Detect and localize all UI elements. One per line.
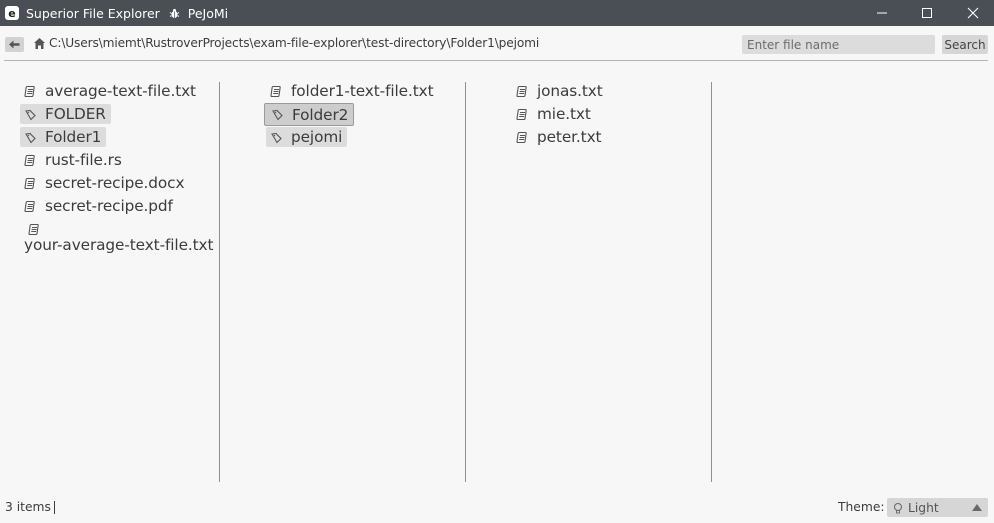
list-item[interactable]: secret-recipe.pdf xyxy=(20,196,178,216)
folder-icon xyxy=(25,132,36,143)
lightbulb-icon xyxy=(894,502,902,513)
file-icon xyxy=(516,131,527,143)
app-icon: e xyxy=(5,6,19,20)
entry-label: FOLDER xyxy=(45,105,106,123)
minimize-button[interactable] xyxy=(859,0,905,26)
theme-label: Theme: xyxy=(838,500,885,514)
bug-icon xyxy=(169,8,180,18)
status-separator xyxy=(54,501,55,514)
file-icon xyxy=(516,85,527,97)
search-button[interactable]: Search xyxy=(942,35,988,54)
back-arrow-icon xyxy=(9,40,20,49)
entry-label: mie.txt xyxy=(537,105,591,123)
maximize-icon xyxy=(922,8,932,18)
folder-icon xyxy=(272,109,283,121)
file-icon xyxy=(270,85,281,97)
entry-label: Folder1 xyxy=(45,128,102,146)
title-bar: e Superior File Explorer PeJoMi xyxy=(0,0,994,26)
list-item[interactable]: secret-recipe.docx xyxy=(20,173,189,193)
window-title: Superior File Explorer PeJoMi xyxy=(26,5,229,21)
dropdown-arrow-icon xyxy=(972,504,982,511)
entry-label: Folder2 xyxy=(292,105,349,124)
maximize-button[interactable] xyxy=(904,0,950,26)
item-count: 3 items xyxy=(5,500,51,514)
toolbar: C:\Users\miemt\RustroverProjects\exam-fi… xyxy=(0,26,994,60)
column-divider[interactable] xyxy=(465,82,466,482)
folder-icon xyxy=(25,109,36,120)
file-icon xyxy=(516,108,527,120)
list-item[interactable]: jonas.txt xyxy=(512,81,608,101)
minimize-icon xyxy=(877,12,887,14)
list-item[interactable]: average-text-file.txt xyxy=(20,81,201,101)
entry-label: pejomi xyxy=(291,128,343,146)
entry-label: rust-file.rs xyxy=(45,151,122,169)
list-item[interactable]: folder1-text-file.txt xyxy=(266,81,438,101)
file-icon xyxy=(24,154,35,166)
back-button[interactable] xyxy=(5,37,24,52)
list-item[interactable]: pejomi xyxy=(266,127,348,147)
close-button[interactable] xyxy=(950,0,994,26)
list-item[interactable]: Folder1 xyxy=(20,127,107,147)
file-icon xyxy=(24,85,35,97)
entry-label: secret-recipe.docx xyxy=(45,174,185,192)
entry-label: your-average-text-file.txt xyxy=(24,236,214,254)
entry-label: average-text-file.txt xyxy=(45,82,196,100)
entry-label: folder1-text-file.txt xyxy=(291,82,434,100)
theme-value: Light xyxy=(908,500,939,515)
column-divider[interactable] xyxy=(219,82,220,482)
entry-label: secret-recipe.pdf xyxy=(45,197,173,215)
home-icon xyxy=(34,38,45,49)
theme-dropdown[interactable]: Light xyxy=(887,498,988,517)
entry-label: jonas.txt xyxy=(537,82,603,100)
current-path: C:\Users\miemt\RustroverProjects\exam-fi… xyxy=(49,36,540,50)
file-icon xyxy=(24,177,35,189)
list-item[interactable]: mie.txt xyxy=(512,104,596,124)
close-icon xyxy=(967,7,979,19)
list-item-selected[interactable]: Folder2 xyxy=(264,103,355,126)
list-item[interactable]: peter.txt xyxy=(512,127,606,147)
file-icon xyxy=(28,223,39,236)
entry-label: peter.txt xyxy=(537,128,602,146)
search-input[interactable] xyxy=(742,35,935,54)
list-item[interactable]: rust-file.rs xyxy=(20,150,127,170)
folder-icon xyxy=(271,132,282,143)
file-icon xyxy=(24,200,35,212)
toolbar-divider xyxy=(4,60,988,61)
list-item[interactable]: your-average-text-file.txt xyxy=(20,219,215,255)
list-item[interactable]: FOLDER xyxy=(20,104,111,124)
column-divider[interactable] xyxy=(711,82,712,482)
